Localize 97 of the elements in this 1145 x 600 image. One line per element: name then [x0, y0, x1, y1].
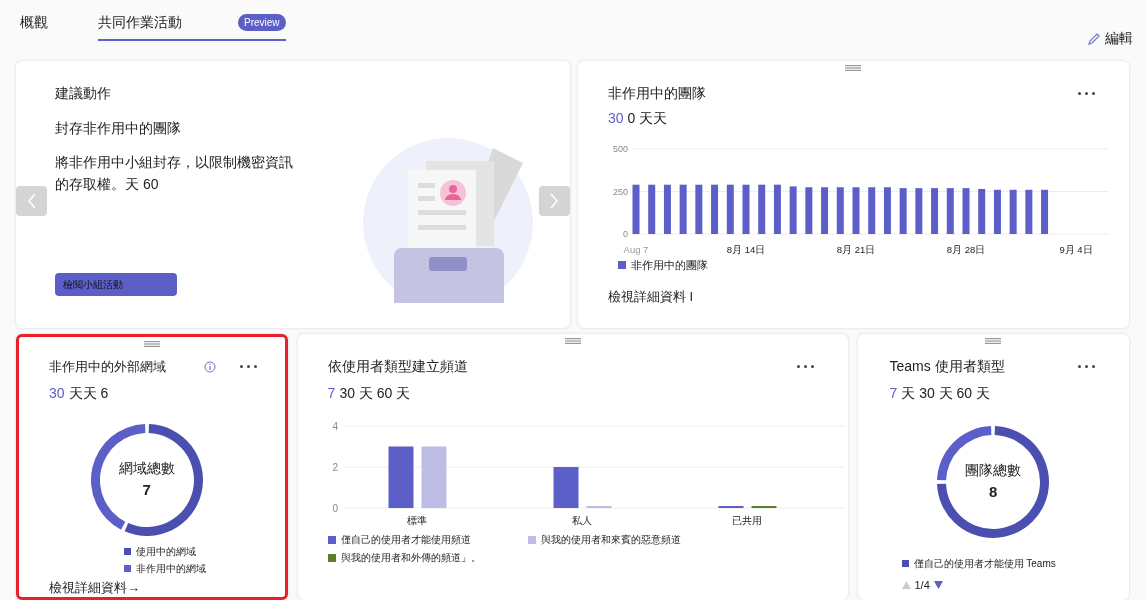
- legend-label: 與我的使用者和外傳的頻道」。: [340, 551, 481, 565]
- chart-bar: [805, 187, 813, 234]
- y-axis-label: 250: [612, 186, 628, 197]
- legend-swatch: [124, 564, 131, 572]
- chart-bar: [789, 186, 797, 234]
- card-title: 非作用中的外部網域: [49, 358, 167, 376]
- chart-bar: [821, 187, 829, 234]
- x-axis-label: Aug 7: [623, 243, 649, 255]
- drag-handle-icon[interactable]: [845, 64, 862, 71]
- suggestion-description: 將非作用中小組封存，以限制機密資訊的存取權。天 60: [55, 152, 294, 194]
- edit-button[interactable]: 編輯: [1087, 28, 1133, 49]
- chart-bar: [388, 446, 414, 508]
- legend-swatch: [327, 553, 336, 562]
- chart-bar: [836, 187, 844, 234]
- y-axis-label: 2: [332, 461, 338, 473]
- chart-bar: [648, 184, 656, 234]
- legend-swatch: [124, 547, 131, 555]
- chart-bar: [899, 187, 907, 234]
- next-button[interactable]: [539, 185, 570, 216]
- up-triangle-icon[interactable]: [901, 581, 911, 590]
- legend-label: 非作用中的網域: [136, 561, 206, 576]
- x-axis-label: 8月 28日: [946, 243, 986, 255]
- chart-bar: [663, 184, 671, 234]
- chart-bar: [946, 187, 954, 234]
- pencil-icon: [1087, 31, 1101, 46]
- x-axis-label: 已共用: [731, 515, 762, 526]
- donut-center-value: 8: [989, 482, 998, 503]
- donut-center-value: 7: [142, 479, 151, 500]
- x-axis-label: 標準: [406, 515, 427, 526]
- card-title: 依使用者類型建立頻道: [327, 357, 468, 376]
- chevron-left-icon: [26, 192, 37, 209]
- period-options[interactable]: 30 天 60 天: [339, 383, 411, 404]
- chart-bar: [726, 184, 734, 234]
- y-axis-label: 4: [332, 420, 338, 432]
- chevron-right-icon: [549, 192, 560, 209]
- legend-label: 非作用中的團隊: [631, 257, 708, 273]
- chart-bar: [915, 187, 923, 234]
- x-axis-label: 私人: [571, 515, 592, 526]
- legend-swatch: [618, 261, 626, 270]
- view-details-link[interactable]: 檢視詳細資料→: [19, 577, 285, 597]
- chart-bar: [711, 184, 719, 234]
- legend-label: 僅自己的使用者才能使用 Teams: [913, 557, 1056, 571]
- period-options[interactable]: 天天 6: [68, 382, 109, 404]
- chart-bar: [868, 187, 876, 234]
- legend-label: 僅自己的使用者才能使用頻道: [340, 533, 471, 547]
- chart-bar: [1025, 189, 1033, 234]
- chart-bar: [742, 184, 750, 234]
- suggestion-title: 封存非作用中的團隊: [55, 118, 182, 138]
- period-option[interactable]: 30: [608, 107, 624, 129]
- chart-bar: [883, 187, 891, 234]
- legend-swatch: [527, 535, 536, 544]
- preview-badge: Preview: [238, 14, 286, 31]
- previous-button[interactable]: [16, 185, 47, 216]
- chart-bar: [1041, 189, 1049, 234]
- y-axis-label: 0: [332, 502, 338, 514]
- legend-label: 與我的使用者和來賓的惡意頻道: [540, 533, 681, 547]
- card-heading: 建議動作: [55, 83, 112, 103]
- review-button[interactable]: 檢閱小組活動: [55, 273, 177, 296]
- chart-bar: [758, 184, 766, 234]
- chart-bar: [421, 446, 447, 508]
- view-details-link[interactable]: 檢視詳細資料 I: [578, 287, 1129, 307]
- legend-page-indicator: 1/4: [914, 578, 930, 593]
- y-axis-label: 0: [622, 228, 628, 239]
- period-option[interactable]: 7: [327, 383, 336, 404]
- chart-bar: [773, 184, 781, 234]
- chart-bar: [931, 187, 939, 234]
- chart-bar: [632, 184, 640, 234]
- drag-handle-icon[interactable]: [985, 338, 1002, 344]
- tab[interactable]: 概觀: [20, 0, 48, 41]
- x-axis-label: 8月 14日: [726, 243, 766, 255]
- chart-bar: [962, 187, 970, 234]
- donut-center-label: 網域總數: [118, 458, 175, 478]
- period-option[interactable]: 7: [889, 383, 898, 404]
- tab[interactable]: 共同作業活動 Preview: [98, 0, 286, 41]
- legend-label: 使用中的網域: [136, 544, 196, 559]
- x-axis-label: 9月 4日: [1059, 243, 1093, 255]
- y-axis-label: 500: [612, 143, 628, 154]
- donut-center-label: 團隊總數: [965, 461, 1022, 481]
- period-options[interactable]: 0 天天: [627, 107, 668, 129]
- info-icon[interactable]: [203, 360, 216, 373]
- chart-bar: [695, 184, 703, 234]
- chart-bar: [1009, 189, 1017, 234]
- drag-handle-icon[interactable]: [564, 338, 581, 344]
- down-triangle-icon[interactable]: [933, 581, 943, 590]
- chart-bar: [993, 189, 1001, 234]
- drag-handle-icon[interactable]: [143, 341, 160, 347]
- chart-bar: [978, 188, 986, 234]
- legend-swatch: [327, 535, 336, 544]
- legend-swatch: [901, 560, 909, 567]
- chart-bar: [679, 184, 687, 234]
- x-axis-label: 8月 21日: [836, 243, 876, 255]
- card-title: Teams 使用者類型: [889, 357, 1005, 376]
- chart-bar: [553, 467, 579, 508]
- period-option[interactable]: 30: [49, 382, 65, 404]
- card-title: 非作用中的團隊: [608, 83, 706, 103]
- chart-bar: [852, 187, 860, 234]
- period-options[interactable]: 天 30 天 60 天: [901, 383, 990, 404]
